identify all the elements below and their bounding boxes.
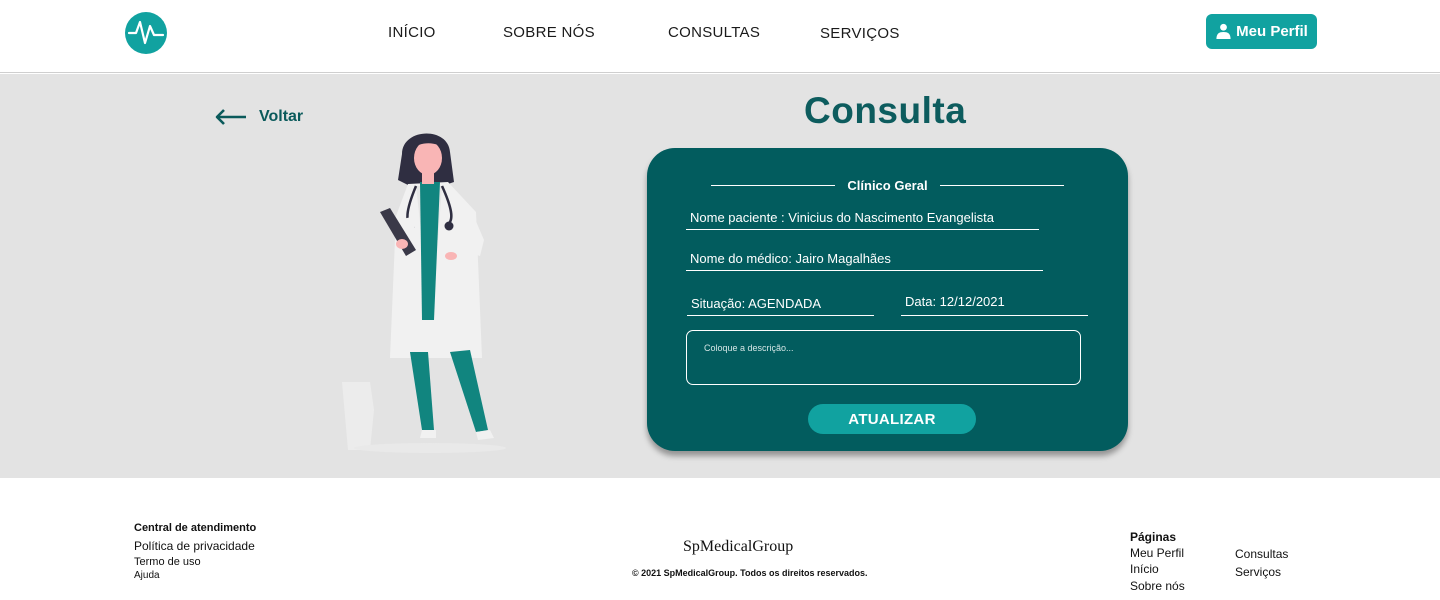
user-icon [1216, 23, 1231, 40]
specialty-label: Clínico Geral [847, 178, 928, 193]
nav-inicio[interactable]: INÍCIO [388, 24, 436, 41]
footer-link-privacy[interactable]: Política de privacidade [134, 539, 255, 553]
specialty-header: Clínico Geral [647, 178, 1128, 193]
footer-link-terms[interactable]: Termo de uso [134, 556, 201, 568]
back-label: Voltar [259, 108, 304, 125]
footer: Central de atendimento Política de priva… [0, 478, 1440, 600]
footer-page-about[interactable]: Sobre nós [1130, 579, 1185, 593]
doctor-illustration [342, 133, 506, 453]
consultation-card: Clínico Geral Nome paciente : Vinicius d… [647, 148, 1128, 451]
description-input[interactable] [687, 331, 1080, 384]
nav-servicos[interactable]: SERVIÇOS [820, 25, 900, 42]
footer-link-help[interactable]: Ajuda [134, 570, 160, 581]
divider-left [711, 185, 836, 186]
nav-sobre-nos[interactable]: SOBRE NÓS [503, 24, 595, 41]
heartbeat-logo-icon[interactable] [125, 12, 167, 54]
nav-consultas[interactable]: CONSULTAS [668, 24, 760, 41]
my-profile-button[interactable]: Meu Perfil [1206, 14, 1317, 49]
doctor-name-field: Nome do médico: Jairo Magalhães [686, 251, 1043, 271]
main-content: Voltar Consulta Clínico Geral Nome pacie… [0, 74, 1440, 478]
description-box [686, 330, 1081, 385]
update-button[interactable]: ATUALIZAR [808, 404, 976, 434]
footer-page-home[interactable]: Início [1130, 562, 1159, 576]
patient-name-field: Nome paciente : Vinicius do Nascimento E… [686, 210, 1039, 230]
back-link[interactable]: Voltar [215, 108, 303, 126]
footer-copyright: © 2021 SpMedicalGroup. Todos os direitos… [632, 568, 868, 578]
arrow-left-icon [215, 109, 246, 125]
footer-brand: SpMedicalGroup [683, 538, 794, 555]
footer-pages-heading: Páginas [1130, 530, 1177, 544]
footer-page-services[interactable]: Serviços [1235, 565, 1281, 579]
footer-page-profile[interactable]: Meu Perfil [1130, 546, 1184, 560]
divider-right [939, 185, 1064, 186]
footer-page-consultations[interactable]: Consultas [1235, 547, 1288, 561]
header: INÍCIO SOBRE NÓS CONSULTAS SERVIÇOS Meu … [0, 0, 1440, 73]
footer-support-heading: Central de atendimento [134, 522, 257, 534]
date-field: Data: 12/12/2021 [901, 294, 1088, 316]
status-field: Situação: AGENDADA [687, 296, 874, 316]
my-profile-label: Meu Perfil [1236, 23, 1308, 40]
page-title: Consulta [804, 90, 967, 131]
